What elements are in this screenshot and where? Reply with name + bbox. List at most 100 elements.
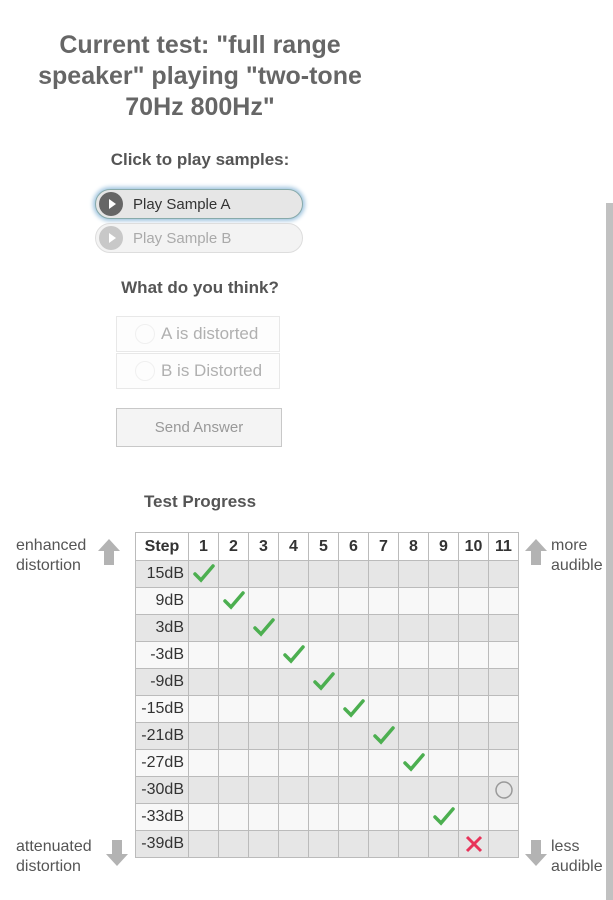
check-icon bbox=[192, 564, 215, 583]
play-sample-b-button[interactable]: Play Sample B bbox=[95, 223, 303, 253]
grid-cell bbox=[188, 668, 219, 696]
grid-cell bbox=[368, 749, 399, 777]
option-b-radio[interactable]: B is Distorted bbox=[116, 353, 280, 389]
less-audible-label: less audible bbox=[551, 838, 603, 875]
step-number: 6 bbox=[338, 532, 369, 561]
grid-cell bbox=[308, 641, 339, 669]
check-icon bbox=[402, 753, 425, 772]
grid-cell bbox=[248, 695, 279, 723]
grid-cell bbox=[308, 722, 339, 750]
level-label: -3dB bbox=[135, 641, 189, 669]
check-icon bbox=[432, 807, 455, 826]
send-answer-button[interactable]: Send Answer bbox=[116, 408, 282, 447]
play-sample-b-label: Play Sample B bbox=[133, 229, 232, 247]
grid-cell bbox=[218, 749, 249, 777]
step-number: 2 bbox=[218, 532, 249, 561]
step-number: 7 bbox=[368, 532, 399, 561]
arrow-down-icon bbox=[525, 840, 547, 866]
play-icon bbox=[99, 192, 123, 216]
grid-cell bbox=[308, 830, 339, 858]
table-row: -33dB bbox=[135, 803, 519, 831]
grid-cell bbox=[428, 722, 459, 750]
grid-cell bbox=[368, 587, 399, 615]
grid-cell bbox=[398, 695, 429, 723]
grid-cell bbox=[428, 560, 459, 588]
grid-cell bbox=[278, 560, 309, 588]
grid-cell bbox=[308, 560, 339, 588]
grid-cell bbox=[278, 776, 309, 804]
grid-cell bbox=[248, 722, 279, 750]
grid-cell bbox=[398, 776, 429, 804]
grid-cell bbox=[308, 614, 339, 642]
level-label: -27dB bbox=[135, 749, 189, 777]
grid-cell bbox=[278, 749, 309, 777]
radio-circle[interactable] bbox=[135, 324, 155, 344]
grid-cell bbox=[398, 560, 429, 588]
more-audible-label: more audible bbox=[551, 537, 603, 574]
grid-cell bbox=[488, 776, 519, 804]
grid-cell bbox=[428, 776, 459, 804]
grid-cell bbox=[428, 749, 459, 777]
play-sample-a-label: Play Sample A bbox=[133, 195, 231, 213]
step-number: 4 bbox=[278, 532, 309, 561]
grid-cell bbox=[428, 830, 459, 858]
grid-cell bbox=[428, 614, 459, 642]
grid-cell bbox=[248, 803, 279, 831]
grid-cell bbox=[308, 803, 339, 831]
arrow-up-icon bbox=[98, 539, 120, 565]
grid-cell bbox=[368, 776, 399, 804]
grid-cell bbox=[188, 641, 219, 669]
table-row: 3dB bbox=[135, 614, 519, 642]
grid-cell bbox=[218, 695, 249, 723]
grid-cell bbox=[488, 614, 519, 642]
grid-cell bbox=[278, 641, 309, 669]
grid-cell bbox=[458, 830, 489, 858]
grid-cell bbox=[188, 803, 219, 831]
grid-cell bbox=[308, 587, 339, 615]
table-row: -15dB bbox=[135, 695, 519, 723]
grid-cell bbox=[398, 641, 429, 669]
grid-cell bbox=[278, 830, 309, 858]
grid-cell bbox=[338, 560, 369, 588]
step-number: 9 bbox=[428, 532, 459, 561]
page-title: Current test: "full range speaker" playi… bbox=[38, 31, 362, 121]
table-row: 15dB bbox=[135, 560, 519, 588]
arrow-down-icon bbox=[106, 840, 128, 866]
grid-cell bbox=[188, 587, 219, 615]
radio-circle[interactable] bbox=[135, 361, 155, 381]
enhanced-distortion-label: enhanced distortion bbox=[16, 537, 87, 574]
step-number: 10 bbox=[458, 532, 489, 561]
scrollbar[interactable] bbox=[606, 203, 613, 900]
level-label: 9dB bbox=[135, 587, 189, 615]
check-icon bbox=[282, 645, 305, 664]
grid-cell bbox=[428, 803, 459, 831]
table-row: -9dB bbox=[135, 668, 519, 696]
grid-cell bbox=[458, 641, 489, 669]
grid-cell bbox=[398, 614, 429, 642]
grid-cell bbox=[368, 668, 399, 696]
play-sample-a-button[interactable]: Play Sample A bbox=[95, 189, 303, 219]
level-label: 15dB bbox=[135, 560, 189, 588]
check-icon bbox=[342, 699, 365, 718]
level-label: -30dB bbox=[135, 776, 189, 804]
grid-cell bbox=[428, 641, 459, 669]
check-icon bbox=[372, 726, 395, 745]
step-number: 3 bbox=[248, 532, 279, 561]
grid-cell bbox=[488, 749, 519, 777]
grid-cell bbox=[338, 722, 369, 750]
grid-cell bbox=[218, 722, 249, 750]
grid-cell bbox=[278, 587, 309, 615]
check-icon bbox=[252, 618, 275, 637]
check-icon bbox=[312, 672, 335, 691]
step-number: 1 bbox=[188, 532, 219, 561]
grid-cell bbox=[368, 830, 399, 858]
option-a-radio[interactable]: A is distorted bbox=[116, 316, 280, 352]
grid-cell bbox=[368, 560, 399, 588]
grid-cell bbox=[248, 776, 279, 804]
grid-cell bbox=[458, 722, 489, 750]
grid-cell bbox=[458, 614, 489, 642]
grid-cell bbox=[398, 722, 429, 750]
level-label: 3dB bbox=[135, 614, 189, 642]
grid-cell bbox=[248, 614, 279, 642]
table-row: -27dB bbox=[135, 749, 519, 777]
